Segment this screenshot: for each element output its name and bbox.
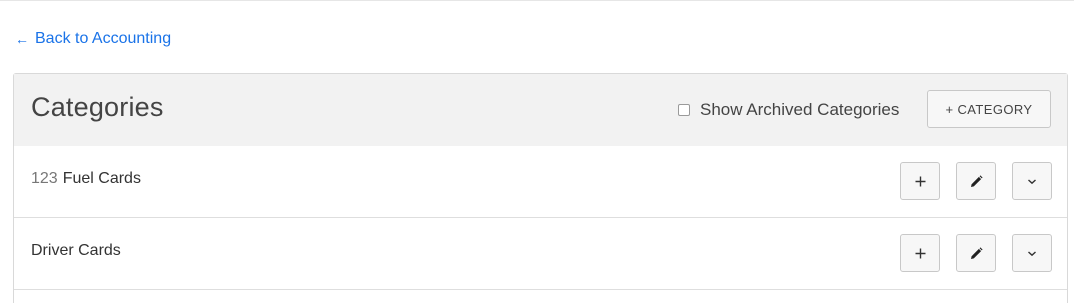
row-actions [900, 162, 1052, 200]
panel-header: Categories Show Archived Categories + CA… [14, 74, 1067, 147]
page-title: Categories [31, 92, 164, 122]
categories-panel: Categories Show Archived Categories + CA… [13, 73, 1068, 303]
add-subcategory-button[interactable] [900, 162, 940, 200]
back-link-label: Back to Accounting [35, 30, 172, 47]
category-name: 123 Fuel Cards [31, 170, 141, 188]
top-divider [0, 0, 1074, 1]
add-category-button[interactable]: + CATEGORY [927, 90, 1051, 128]
category-row: Driver Cards [14, 218, 1067, 290]
plus-icon [915, 176, 925, 186]
category-options-button[interactable] [1012, 234, 1052, 272]
category-code: 123 [31, 170, 58, 187]
pencil-icon [970, 174, 983, 187]
back-to-accounting-link[interactable]: ← Back to Accounting [15, 28, 171, 50]
plus-icon [915, 248, 925, 258]
add-subcategory-button[interactable] [900, 234, 940, 272]
show-archived-checkbox[interactable] [678, 104, 690, 116]
category-title: Fuel Cards [62, 170, 141, 187]
edit-category-button[interactable] [956, 162, 996, 200]
chevron-down-icon [1028, 250, 1036, 256]
category-row: 123 Fuel Cards [14, 146, 1067, 218]
show-archived-label: Show Archived Categories [700, 100, 900, 119]
category-name: Driver Cards [31, 242, 121, 260]
pencil-icon [970, 246, 983, 259]
category-title: Driver Cards [31, 242, 121, 259]
row-actions [900, 234, 1052, 272]
chevron-down-icon [1028, 178, 1036, 184]
arrow-left-icon: ← [15, 31, 29, 47]
show-archived-toggle[interactable]: Show Archived Categories [678, 98, 899, 122]
category-options-button[interactable] [1012, 162, 1052, 200]
edit-category-button[interactable] [956, 234, 996, 272]
